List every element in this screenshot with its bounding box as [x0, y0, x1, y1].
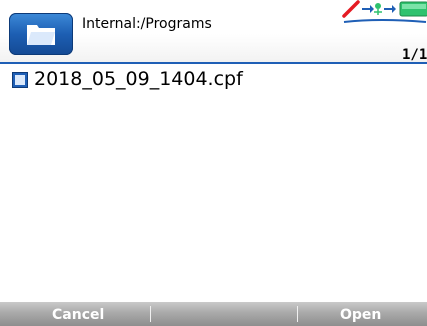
- folder-icon: [27, 25, 55, 45]
- usb-connection-icon: [362, 3, 396, 15]
- open-button[interactable]: Open: [340, 307, 381, 323]
- softkey-separator: [150, 306, 151, 322]
- header-divider: [0, 62, 427, 64]
- file-icon: [12, 72, 28, 88]
- title-bar: Internal:/Programs 1/1: [0, 0, 427, 63]
- file-list-item[interactable]: 2018_05_09_1404.cpf: [12, 68, 427, 92]
- battery-icon: [399, 1, 427, 17]
- folder-button[interactable]: [9, 13, 73, 55]
- file-name: 2018_05_09_1404.cpf: [34, 68, 243, 90]
- cancel-button[interactable]: Cancel: [52, 307, 104, 323]
- status-icons: [342, 0, 427, 23]
- red-slash-icon: [342, 0, 360, 18]
- softkey-separator: [297, 306, 298, 322]
- current-path: Internal:/Programs: [82, 16, 212, 32]
- softkey-bar: Cancel Open: [0, 302, 427, 326]
- page-indicator: 1/1: [402, 47, 427, 63]
